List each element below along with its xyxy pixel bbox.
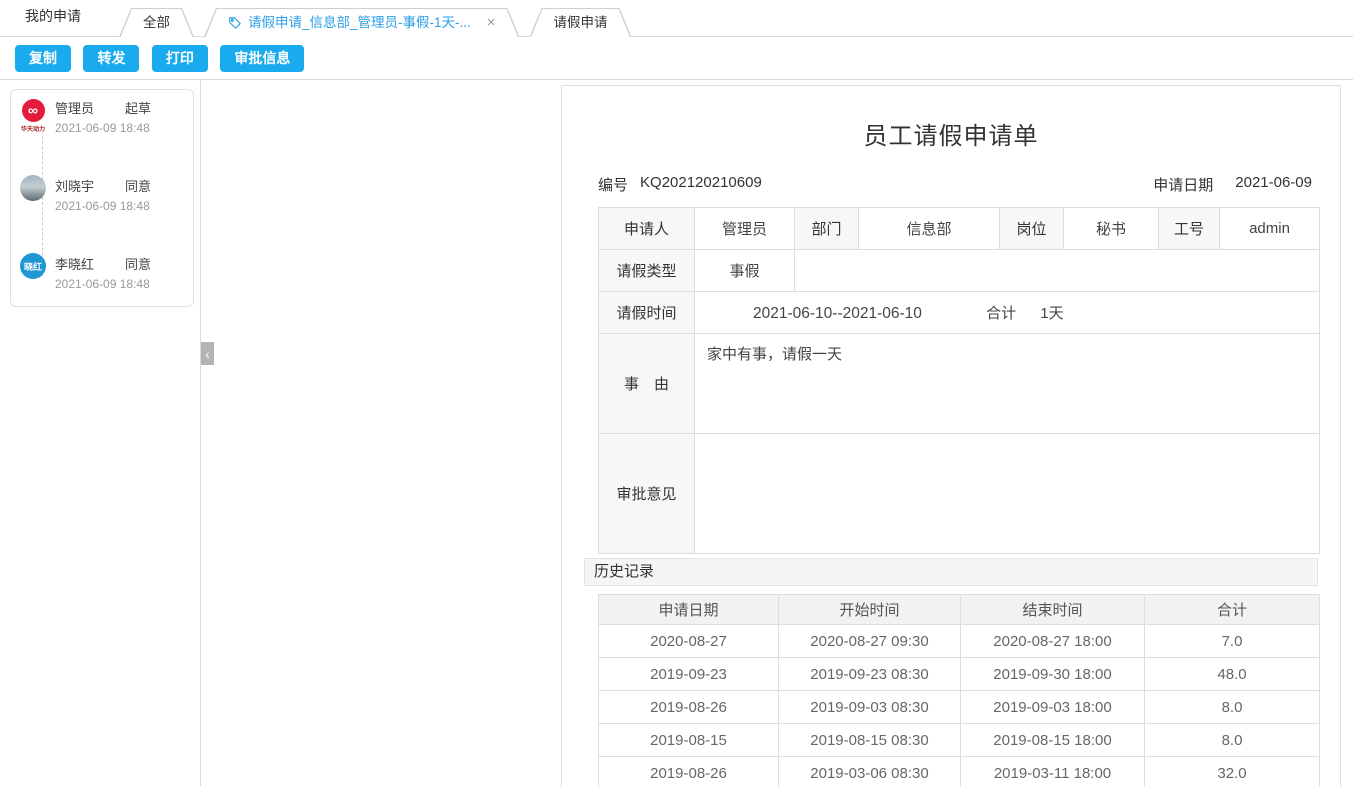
timeline-item-approve-2[interactable]: 晓红 李晓红 同意 2021-06-09 18:48: [20, 253, 193, 291]
history-cell: 2019-08-15 08:30: [779, 724, 961, 757]
history-cell: 2020-08-27: [599, 625, 779, 658]
history-cell: 2020-08-27 18:00: [961, 625, 1145, 658]
history-row: 2019-08-26 2019-09-03 08:30 2019-09-03 1…: [599, 691, 1320, 724]
reason-label: 事 由: [599, 334, 695, 434]
leave-type-label: 请假类型: [599, 250, 695, 292]
apply-date-label: 申请日期: [1153, 174, 1213, 195]
avatar-logo-text: 华天动力: [20, 124, 46, 133]
department-value: 信息部: [859, 208, 1000, 250]
leave-type-empty-cell: [795, 250, 1320, 292]
position-label: 岗位: [1000, 208, 1064, 250]
number-value: KQ202120210609: [640, 174, 762, 195]
approval-opinion-label: 审批意见: [599, 434, 695, 554]
history-cell: 2019-09-03 08:30: [779, 691, 961, 724]
history-cell: 2019-08-26: [599, 757, 779, 787]
approver-name: 李晓红: [55, 254, 125, 273]
history-table: 申请日期 开始时间 结束时间 合计 2020-08-27 2020-08-27 …: [598, 594, 1320, 787]
history-cell: 2019-08-15 18:00: [961, 724, 1145, 757]
history-cell: 2019-09-23: [599, 658, 779, 691]
applicant-label: 申请人: [599, 208, 695, 250]
history-cell: 8.0: [1145, 724, 1320, 757]
apply-date-value: 2021-06-09: [1235, 174, 1312, 195]
forward-button[interactable]: 转发: [83, 45, 139, 72]
history-col-apply-date: 申请日期: [599, 595, 779, 625]
applicant-value: 管理员: [695, 208, 795, 250]
approver-name: 刘晓宇: [55, 176, 125, 195]
approval-action: 起草: [125, 98, 151, 117]
history-header-row: 申请日期 开始时间 结束时间 合计: [599, 595, 1320, 625]
history-row: 2020-08-27 2020-08-27 09:30 2020-08-27 1…: [599, 625, 1320, 658]
nav-my-applications[interactable]: 我的申请: [0, 6, 81, 36]
reason-value: 家中有事，请假一天: [695, 334, 1320, 434]
history-row: 2019-08-26 2019-03-06 08:30 2019-03-11 1…: [599, 757, 1320, 787]
tab-leave-apply[interactable]: 请假申请: [530, 8, 632, 37]
collapse-sidebar-handle[interactable]: ‹: [201, 342, 214, 365]
history-cell: 2019-09-30 18:00: [961, 658, 1145, 691]
form-viewport: ‹ 员工请假申请单 编号 KQ202120210609 申请日期 2021-06…: [201, 80, 1353, 786]
tag-icon: [228, 16, 242, 30]
history-cell: 8.0: [1145, 691, 1320, 724]
leave-time-range: 2021-06-10--2021-06-10: [753, 305, 922, 322]
tab-all-label: 全部: [143, 15, 170, 30]
approval-time: 2021-06-09 18:48: [55, 277, 151, 291]
approval-action: 同意: [125, 254, 151, 273]
form-meta-row: 编号 KQ202120210609 申请日期 2021-06-09: [598, 174, 1312, 195]
approver-name: 管理员: [55, 98, 125, 117]
approval-time: 2021-06-09 18:48: [55, 199, 151, 213]
history-cell: 2019-03-06 08:30: [779, 757, 961, 787]
leave-type-value: 事假: [695, 250, 795, 292]
timeline-item-approve-1[interactable]: 刘晓宇 同意 2021-06-09 18:48: [20, 175, 193, 213]
avatar-photo: [20, 175, 46, 201]
approval-info-button[interactable]: 审批信息: [220, 45, 304, 72]
history-section-title: 历史记录: [584, 558, 1318, 586]
approval-action: 同意: [125, 176, 151, 195]
history-cell: 48.0: [1145, 658, 1320, 691]
history-col-total: 合计: [1145, 595, 1320, 625]
approval-timeline-card: ∞ 华天动力 管理员 起草 2021-06-09 18:48: [10, 89, 194, 307]
approval-sidebar: ∞ 华天动力 管理员 起草 2021-06-09 18:48: [0, 80, 201, 786]
tab-leave-detail[interactable]: 请假申请_信息部_管理员-事假-1天-... ×: [204, 8, 520, 37]
approval-opinion-value: [695, 434, 1320, 554]
department-label: 部门: [795, 208, 859, 250]
history-cell: 2019-09-23 08:30: [779, 658, 961, 691]
history-cell: 2019-08-15: [599, 724, 779, 757]
history-cell: 7.0: [1145, 625, 1320, 658]
print-button[interactable]: 打印: [152, 45, 208, 72]
avatar-initials: 晓红: [20, 253, 46, 279]
form-page: 员工请假申请单 编号 KQ202120210609 申请日期 2021-06-0…: [561, 85, 1341, 787]
history-cell: 2019-08-26: [599, 691, 779, 724]
history-cell: 32.0: [1145, 757, 1320, 787]
leave-time-cell: 2021-06-10--2021-06-10 合计 1天: [695, 292, 1320, 334]
history-col-end-time: 结束时间: [961, 595, 1145, 625]
avatar-logo: ∞ 华天动力: [20, 97, 46, 135]
tab-all[interactable]: 全部: [119, 8, 194, 37]
close-icon[interactable]: ×: [487, 15, 496, 30]
chevron-left-icon: ‹: [205, 346, 210, 362]
infinity-logo-icon: ∞: [22, 99, 45, 122]
leave-form-table: 申请人 管理员 部门 信息部 岗位 秘书 工号 admin 请假类型 事假 请假…: [598, 207, 1320, 554]
history-cell: 2019-03-11 18:00: [961, 757, 1145, 787]
tab-bar: 我的申请 全部 请假申请_信息部_管理员-事假-1天-... × 请假申请: [0, 0, 1353, 37]
total-label: 合计: [986, 305, 1016, 322]
number-label: 编号: [598, 174, 628, 195]
history-row: 2019-09-23 2019-09-23 08:30 2019-09-30 1…: [599, 658, 1320, 691]
employee-id-label: 工号: [1159, 208, 1220, 250]
toolbar: 复制 转发 打印 审批信息: [0, 37, 1353, 80]
content-area: ∞ 华天动力 管理员 起草 2021-06-09 18:48: [0, 80, 1353, 786]
timeline-item-draft[interactable]: ∞ 华天动力 管理员 起草 2021-06-09 18:48: [20, 97, 193, 135]
page-title: 员工请假申请单: [562, 116, 1340, 151]
history-cell: 2020-08-27 09:30: [779, 625, 961, 658]
approval-time: 2021-06-09 18:48: [55, 121, 151, 135]
total-value: 1天: [1040, 305, 1063, 322]
history-row: 2019-08-15 2019-08-15 08:30 2019-08-15 1…: [599, 724, 1320, 757]
history-cell: 2019-09-03 18:00: [961, 691, 1145, 724]
employee-id-value: admin: [1220, 208, 1320, 250]
tab-leave-detail-label: 请假申请_信息部_管理员-事假-1天-...: [248, 8, 471, 37]
position-value: 秘书: [1064, 208, 1159, 250]
history-col-start-time: 开始时间: [779, 595, 961, 625]
copy-button[interactable]: 复制: [15, 45, 71, 72]
leave-time-label: 请假时间: [599, 292, 695, 334]
tab-leave-apply-label: 请假申请: [554, 15, 608, 30]
